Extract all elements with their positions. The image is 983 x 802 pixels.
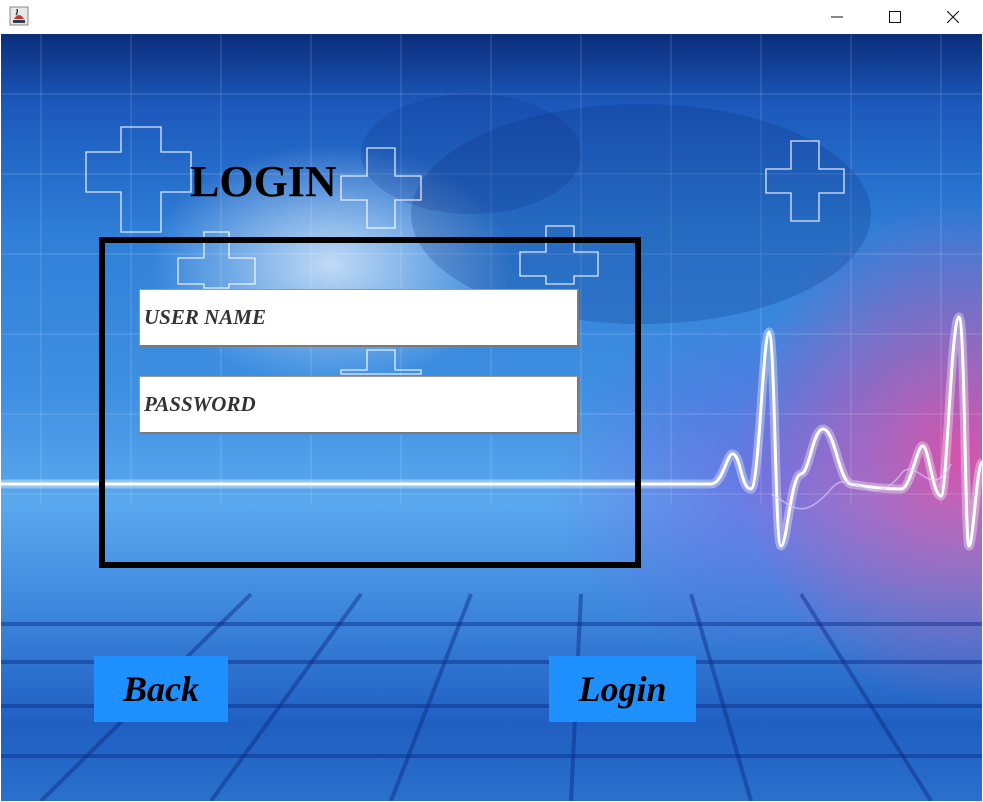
maximize-button[interactable]: [866, 0, 924, 34]
app-window: LOGIN Back Login: [0, 0, 983, 802]
minimize-icon: [831, 16, 843, 18]
username-input[interactable]: [139, 289, 579, 347]
close-icon: [947, 11, 959, 23]
password-input[interactable]: [139, 376, 579, 434]
login-heading: LOGIN: [190, 157, 337, 206]
minimize-button[interactable]: [808, 0, 866, 34]
back-button[interactable]: Back: [94, 656, 228, 722]
login-panel: LOGIN Back Login: [1, 34, 982, 801]
login-button[interactable]: Login: [549, 656, 696, 722]
close-button[interactable]: [924, 0, 982, 34]
java-coffee-icon: [9, 6, 29, 26]
maximize-icon: [889, 11, 901, 23]
title-bar: [0, 0, 983, 34]
